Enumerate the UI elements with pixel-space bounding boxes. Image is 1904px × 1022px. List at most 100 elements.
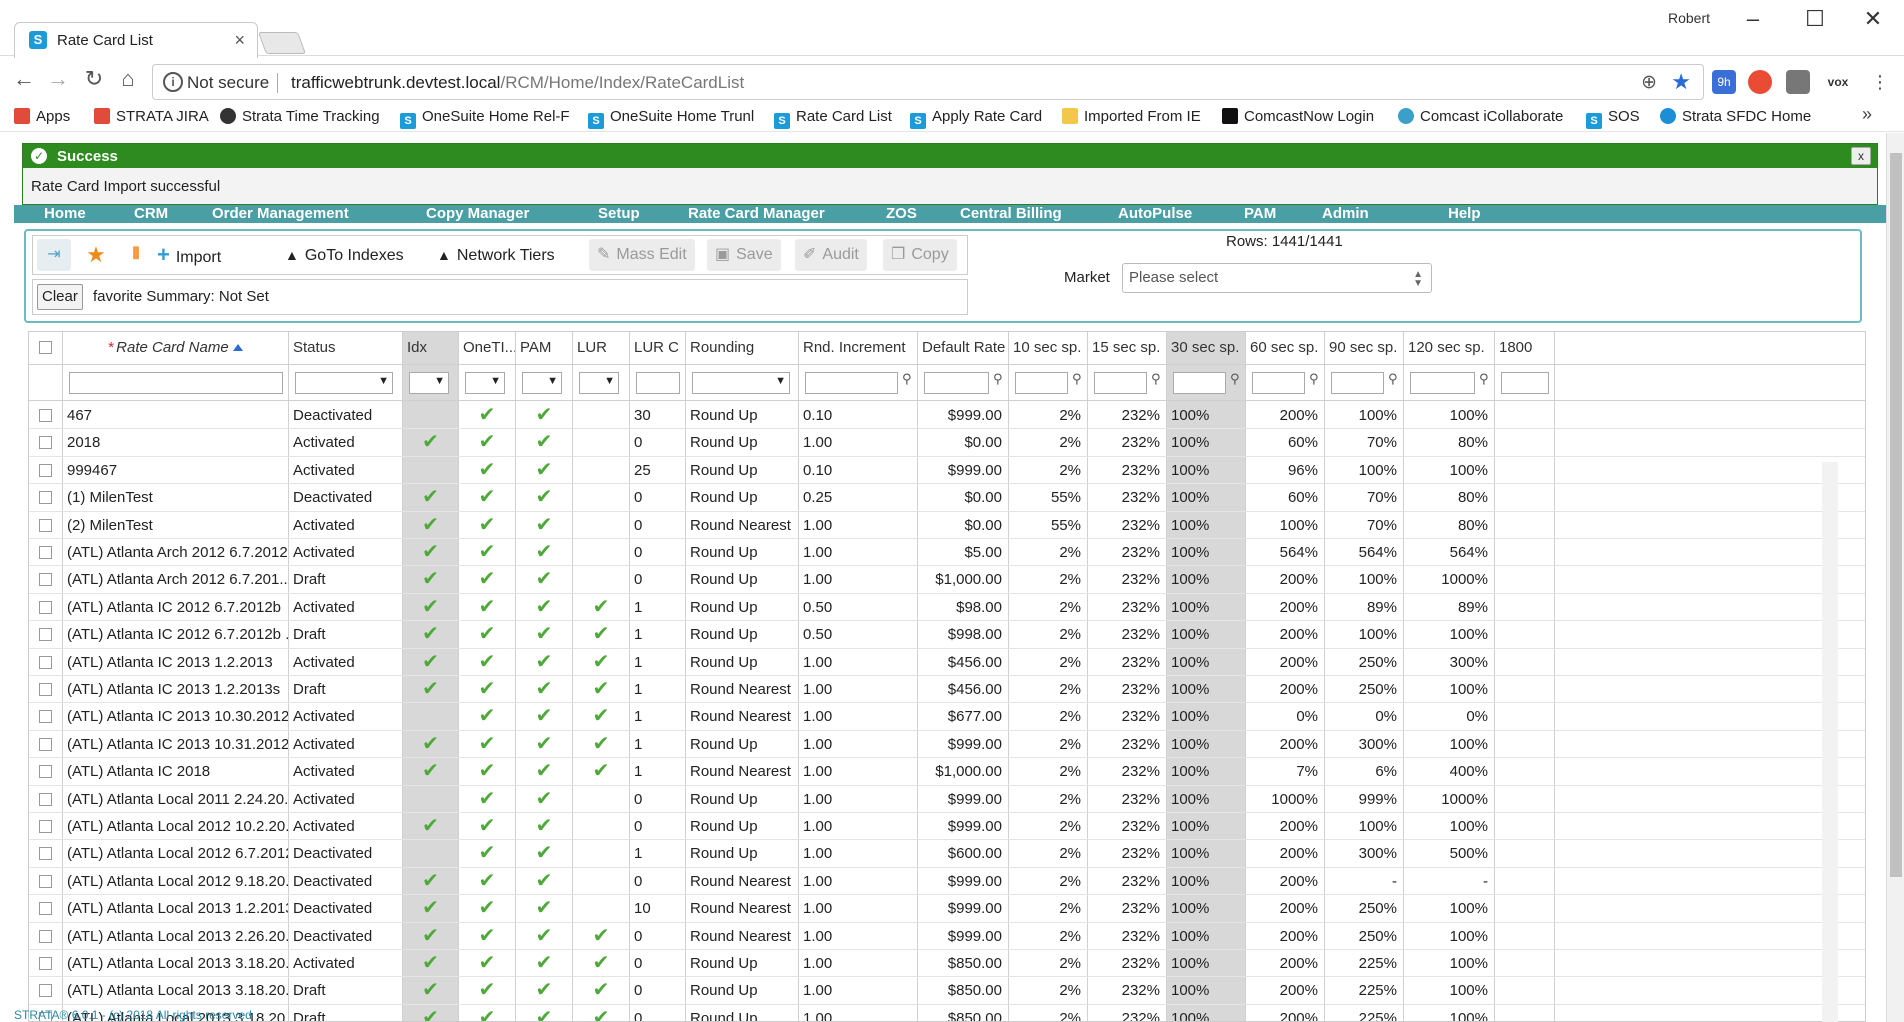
filter-rate[interactable] — [924, 372, 989, 394]
nav-copy-manager[interactable]: Copy Manager — [426, 205, 529, 223]
column-header-oneti[interactable]: OneTI... — [459, 332, 515, 364]
nav-setup[interactable]: Setup — [598, 205, 640, 223]
close-window-icon[interactable]: ✕ — [1848, 6, 1898, 32]
nav-autopulse[interactable]: AutoPulse — [1118, 205, 1192, 223]
minimize-icon[interactable]: – — [1728, 6, 1778, 32]
checkbox[interactable] — [39, 409, 52, 422]
filter-funnel-icon[interactable]: ⚲ — [1151, 371, 1161, 387]
filter-s90[interactable] — [1331, 372, 1384, 394]
bookmark-time-tracking[interactable]: Strata Time Tracking — [220, 108, 380, 125]
column-header-s60[interactable]: 60 sec sp. — [1246, 332, 1324, 364]
column-header-rnd[interactable]: Rnd. Increment — [799, 332, 917, 364]
copy-button[interactable]: ❐ Copy — [883, 239, 957, 271]
column-header-pam[interactable]: PAM — [516, 332, 572, 364]
profile-name[interactable]: Robert — [1668, 10, 1710, 26]
checkbox[interactable] — [39, 765, 52, 779]
row-select-checkbox[interactable] — [29, 786, 62, 813]
site-info-icon[interactable]: i — [163, 72, 183, 92]
favorite-star-icon[interactable]: ★ — [83, 239, 109, 271]
export-icon[interactable]: ⇥ — [37, 239, 71, 271]
row-select-checkbox[interactable] — [29, 977, 62, 1004]
filter-s120[interactable] — [1410, 372, 1475, 394]
filter-funnel-icon[interactable]: ⚲ — [1072, 371, 1082, 387]
row-select-checkbox[interactable] — [29, 758, 62, 785]
zoom-icon[interactable]: ⊕ — [1641, 71, 1657, 94]
checkbox[interactable] — [39, 984, 52, 998]
sort-ascending-icon[interactable] — [232, 344, 243, 351]
page-scrollbar-thumb[interactable] — [1890, 153, 1902, 877]
checkbox[interactable] — [39, 655, 52, 669]
vox-extension-icon[interactable]: vox — [1826, 70, 1850, 94]
filter-idx[interactable]: ▼ — [409, 372, 449, 394]
checkbox[interactable] — [39, 518, 52, 532]
column-header-idx[interactable]: Idx — [403, 332, 458, 364]
bookmark-strata-jira[interactable]: STRATA JIRA — [94, 108, 209, 125]
bookmark-imported-from-ie[interactable]: Imported From IE — [1062, 108, 1201, 125]
home-icon[interactable]: ⌂ — [112, 66, 144, 92]
alert-close-button[interactable]: x — [1851, 147, 1871, 165]
nav-central-billing[interactable]: Central Billing — [960, 205, 1062, 223]
nav-crm[interactable]: CRM — [134, 205, 168, 223]
bookmark-star-icon[interactable]: ★ — [1671, 69, 1691, 95]
checkbox[interactable] — [39, 874, 52, 888]
column-header-s15[interactable]: 15 sec sp. — [1088, 332, 1166, 364]
filter-oneti[interactable]: ▼ — [465, 372, 505, 394]
checkbox[interactable] — [39, 847, 52, 861]
filter-s15[interactable] — [1094, 372, 1147, 394]
bookmark-sos[interactable]: S SOS — [1586, 108, 1640, 129]
bookmark-apply-rate-card[interactable]: S Apply Rate Card — [910, 108, 1042, 129]
filter-status[interactable]: ▼ — [295, 372, 393, 394]
row-select-checkbox[interactable] — [29, 429, 62, 456]
bookmarks-overflow-icon[interactable]: » — [1862, 104, 1872, 125]
bookmark-strata-sfdc[interactable]: Strata SFDC Home — [1660, 108, 1811, 125]
chrome-extension-icon[interactable] — [1748, 70, 1772, 94]
nav-home[interactable]: Home — [44, 205, 86, 223]
filter-funnel-icon[interactable]: ⚲ — [902, 371, 912, 387]
row-select-checkbox[interactable] — [29, 676, 62, 703]
checkbox[interactable] — [39, 600, 52, 614]
filter-s10[interactable] — [1015, 372, 1068, 394]
goto-indexes-button[interactable]: ▲ GoTo Indexes — [285, 239, 404, 271]
mass-edit-button[interactable]: ✎ Mass Edit — [589, 239, 695, 271]
bookmark-apps[interactable]: Apps — [14, 108, 70, 125]
filter-funnel-icon[interactable]: ⚲ — [1309, 371, 1319, 387]
row-select-checkbox[interactable] — [29, 703, 62, 730]
column-header-lurc[interactable]: LUR C — [630, 332, 685, 364]
row-select-checkbox[interactable] — [29, 402, 62, 429]
column-header-status[interactable]: Status — [289, 332, 402, 364]
tab-close-icon[interactable]: × — [234, 30, 245, 51]
filter-funnel-icon[interactable]: ⚲ — [993, 371, 1003, 387]
clear-button[interactable]: Clear — [37, 284, 83, 310]
filter-funnel-icon[interactable]: ⚲ — [1230, 371, 1240, 387]
filter-s1800[interactable] — [1501, 372, 1549, 394]
nav-zos[interactable]: ZOS — [886, 205, 917, 223]
grid-vertical-scrollbar[interactable] — [1822, 462, 1838, 1022]
checkbox[interactable] — [39, 737, 52, 751]
save-button[interactable]: ▣ Save — [707, 239, 781, 271]
filter-funnel-icon[interactable]: ⚲ — [1388, 371, 1398, 387]
column-header-s1800[interactable]: 1800 — [1495, 332, 1554, 364]
checkbox[interactable] — [39, 792, 52, 806]
column-header-s10[interactable]: 10 sec sp. — [1009, 332, 1087, 364]
checkbox[interactable] — [39, 710, 52, 724]
checkbox[interactable] — [39, 683, 52, 696]
row-select-checkbox[interactable] — [29, 512, 62, 539]
column-header-s30[interactable]: 30 sec sp. — [1167, 332, 1245, 364]
page-scrollbar[interactable] — [1886, 133, 1904, 1022]
checkbox[interactable] — [39, 628, 52, 642]
row-select-checkbox[interactable] — [29, 840, 62, 867]
column-header-rounding[interactable]: Rounding — [686, 332, 798, 364]
nav-help[interactable]: Help — [1448, 205, 1481, 223]
row-select-checkbox[interactable] — [29, 539, 62, 566]
back-icon[interactable]: ← — [8, 66, 40, 92]
filter-rnd[interactable] — [805, 372, 898, 394]
columns-icon[interactable]: ⦀ — [123, 239, 149, 271]
checkbox[interactable] — [39, 546, 52, 559]
row-select-checkbox[interactable] — [29, 950, 62, 977]
nav-order-management[interactable]: Order Management — [212, 205, 349, 223]
checkbox[interactable] — [39, 929, 52, 943]
column-header-rate[interactable]: Default Rate — [918, 332, 1008, 364]
audit-button[interactable]: ✐ Audit — [795, 239, 867, 271]
network-tiers-button[interactable]: ▲ Network Tiers — [437, 239, 555, 271]
row-select-checkbox[interactable] — [29, 594, 62, 621]
